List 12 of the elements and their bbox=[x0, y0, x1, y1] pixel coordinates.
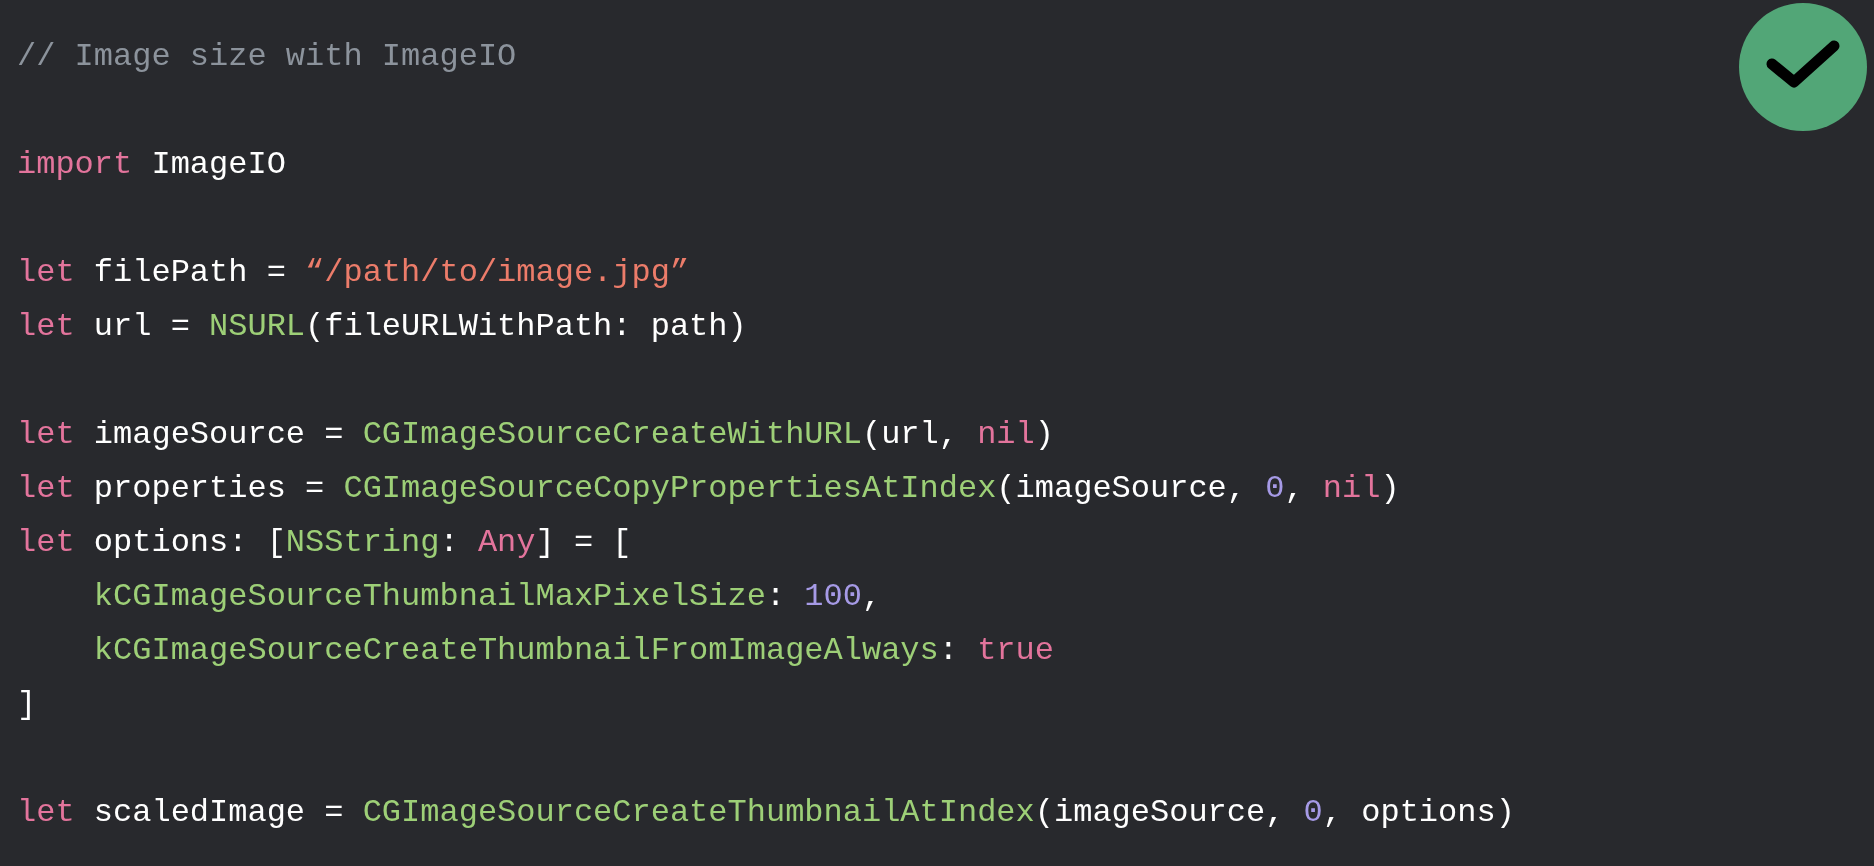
code-line: let imageSource = CGImageSourceCreateWithURL(url, nil) bbox=[17, 415, 1054, 455]
code-line: ] bbox=[17, 685, 37, 725]
code-line: // Image size with ImageIO bbox=[17, 37, 517, 77]
code-line: import ImageIO bbox=[17, 145, 286, 185]
checkmark-icon bbox=[1738, 2, 1868, 132]
code-line: let filePath = “/path/to/image.jpg” bbox=[17, 253, 690, 293]
code-line: let options: [NSString: Any] = [ bbox=[17, 523, 632, 563]
code-line: let properties = CGImageSourceCopyPropertiesAtIndex(imageSource, 0, nil) bbox=[17, 469, 1400, 509]
code-line: kCGImageSourceThumbnailMaxPixelSize: 100, bbox=[92, 577, 882, 617]
code-line: kCGImageSourceCreateThumbnailFromImageAlways: true bbox=[92, 631, 1054, 671]
code-line: let url = NSURL(fileURLWithPath: path) bbox=[17, 307, 747, 347]
code-line: let scaledImage = CGImageSourceCreateThumbnailAtIndex(imageSource, 0, options) bbox=[17, 793, 1515, 833]
